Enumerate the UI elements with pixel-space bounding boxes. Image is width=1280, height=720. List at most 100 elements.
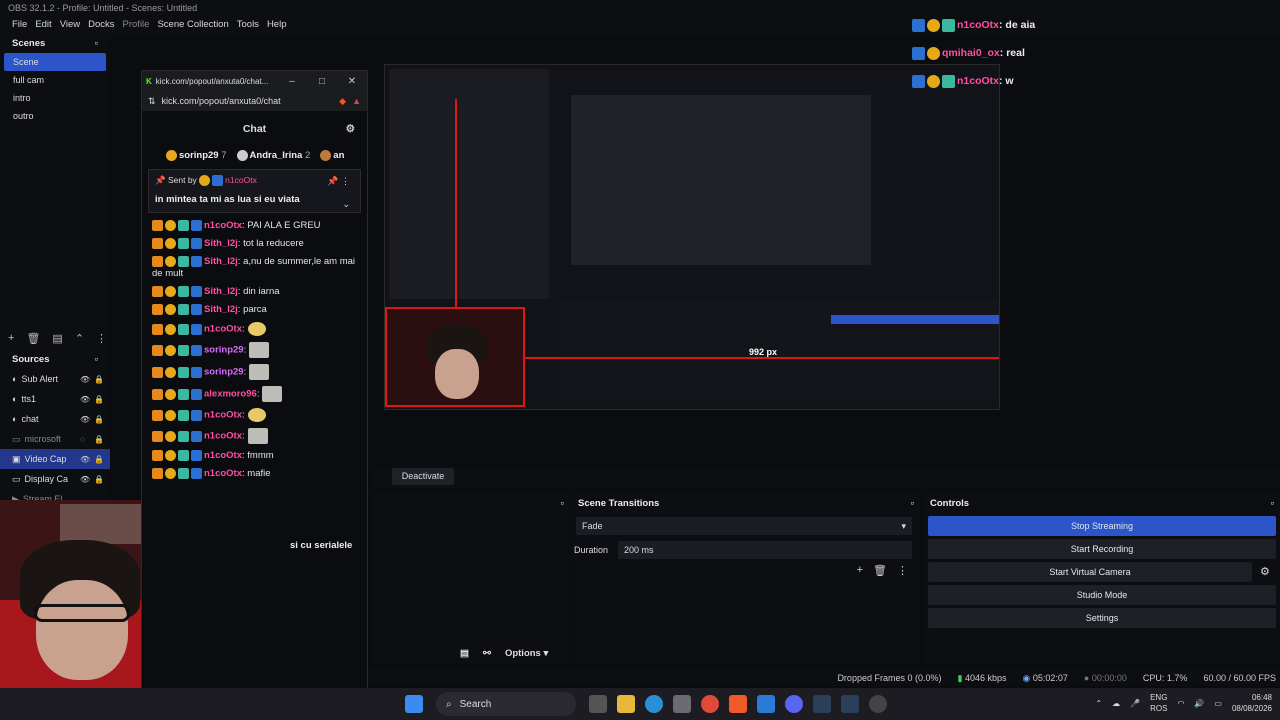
steam-icon[interactable] xyxy=(813,695,831,713)
chat-username[interactable]: n1coOtx xyxy=(204,450,242,461)
gifter-item[interactable]: sorinp29 7 xyxy=(166,150,227,162)
windows-start-icon[interactable] xyxy=(405,695,423,713)
chat-username[interactable]: n1coOtx xyxy=(204,220,242,231)
maximize-icon[interactable]: □ xyxy=(307,76,337,87)
eye-icon[interactable]: 👁 xyxy=(80,395,90,404)
eye-hidden-icon[interactable]: ◌ xyxy=(80,435,90,444)
chat-username[interactable]: Sith_I2j xyxy=(204,256,238,267)
lock-icon[interactable]: 🔒 xyxy=(94,475,104,484)
menu-view[interactable]: View xyxy=(56,16,84,34)
filter-icon[interactable]: ▤ xyxy=(52,332,62,345)
chat-username[interactable]: n1coOtx xyxy=(204,410,242,421)
transition-select[interactable]: Fade ▾ xyxy=(576,517,912,535)
menu-file[interactable]: File xyxy=(8,16,31,34)
add-icon[interactable]: + xyxy=(857,564,863,577)
chat-username[interactable]: Sith_I2j xyxy=(204,238,238,249)
chat-username[interactable]: alexmoro96 xyxy=(204,389,257,400)
scene-item-intro[interactable]: intro xyxy=(0,89,110,107)
add-scene-icon[interactable]: + xyxy=(8,332,14,345)
eye-icon[interactable]: 👁 xyxy=(80,415,90,424)
deactivate-button[interactable]: Deactivate xyxy=(392,468,454,485)
undock-icon[interactable]: ▫ xyxy=(1271,498,1274,509)
clock[interactable]: 06:48 08/08/2026 xyxy=(1232,692,1272,714)
minimize-icon[interactable]: – xyxy=(277,76,307,87)
chat-username[interactable]: Sith_I2j xyxy=(204,304,238,315)
volume-icon[interactable]: 🔊 xyxy=(1194,699,1204,708)
layout-icon[interactable]: ▤ xyxy=(460,648,469,659)
source-item[interactable]: ▭ microsoft ◌ 🔒 xyxy=(0,429,110,449)
undock-icon[interactable]: ▫ xyxy=(911,498,914,509)
close-icon[interactable]: ✕ xyxy=(337,76,367,87)
eye-icon[interactable]: 👁 xyxy=(80,455,90,464)
settings-button[interactable]: Settings xyxy=(928,608,1276,628)
stop-streaming-button[interactable]: Stop Streaming xyxy=(928,516,1276,536)
chat-window-titlebar[interactable]: K kick.com/popout/anxuta0/chat... – □ ✕ xyxy=(142,71,367,91)
pinned-message[interactable]: 📌 Sent by n1coOtx in mintea ta mi as lua… xyxy=(148,169,361,213)
obs-icon[interactable] xyxy=(869,695,887,713)
source-item-selected[interactable]: ▣ Video Cap 👁 🔒 xyxy=(0,449,110,469)
wifi-icon[interactable]: ◠ xyxy=(1177,699,1184,708)
undock-icon[interactable]: ▫ xyxy=(561,498,564,509)
source-item[interactable]: ◐ tts1 👁 🔒 xyxy=(0,389,110,409)
more-icon[interactable]: ⋮ xyxy=(96,332,107,345)
preview-canvas[interactable]: 992 px xyxy=(384,64,1000,410)
store-icon[interactable] xyxy=(673,695,691,713)
discord-icon[interactable] xyxy=(785,695,803,713)
undock-icon[interactable]: ▫ xyxy=(95,354,98,365)
unpin-icon[interactable]: 📌 ⋮ xyxy=(327,176,350,187)
vscode-icon[interactable] xyxy=(757,695,775,713)
chat-username[interactable]: Sith_I2j xyxy=(204,286,238,297)
eye-icon[interactable]: 👁 xyxy=(80,375,90,384)
menu-edit[interactable]: Edit xyxy=(31,16,55,34)
menu-tools[interactable]: Tools xyxy=(233,16,263,34)
tray-chevron-icon[interactable]: ⌃ xyxy=(1095,699,1102,708)
duration-field[interactable]: 200 ms xyxy=(618,541,912,559)
chat-username[interactable]: sorinp29 xyxy=(204,367,244,378)
edge-icon[interactable] xyxy=(645,695,663,713)
eye-icon[interactable]: 👁 xyxy=(80,475,90,484)
undock-icon[interactable]: ▫ xyxy=(95,38,98,49)
brave-icon[interactable]: ◆ xyxy=(339,96,346,107)
lock-icon[interactable]: 🔒 xyxy=(94,435,104,444)
scene-item-scene[interactable]: Scene xyxy=(4,53,106,71)
steam-icon[interactable] xyxy=(841,695,859,713)
trash-icon[interactable]: 🗑 xyxy=(873,564,887,577)
chevron-down-icon[interactable]: ⌄ xyxy=(342,199,350,210)
remove-scene-icon[interactable]: 🗑 xyxy=(26,332,40,345)
lock-icon[interactable]: 🔒 xyxy=(94,415,104,424)
start-recording-button[interactable]: Start Recording xyxy=(928,539,1276,559)
gifter-item[interactable]: Andra_Irina 2 xyxy=(236,150,310,162)
chat-username[interactable]: n1coOtx xyxy=(204,468,242,479)
source-item[interactable]: ◐ chat 👁 🔒 xyxy=(0,409,110,429)
lock-icon[interactable]: 🔒 xyxy=(94,455,104,464)
task-view-icon[interactable] xyxy=(589,695,607,713)
site-info-icon[interactable]: ⇅ xyxy=(148,96,156,107)
language-indicator[interactable]: ENG xyxy=(1150,692,1167,703)
scene-item-full-cam[interactable]: full cam xyxy=(0,71,110,89)
source-item[interactable]: ▭ Display Ca 👁 🔒 xyxy=(0,469,110,489)
gifter-item[interactable]: an xyxy=(320,150,344,162)
chrome-icon[interactable] xyxy=(701,695,719,713)
address-bar[interactable]: ⇅ kick.com/popout/anxuta0/chat ◆ ▲ xyxy=(142,91,367,111)
brave-icon[interactable] xyxy=(729,695,747,713)
start-virtual-camera-button[interactable]: Start Virtual Camera xyxy=(928,562,1252,582)
more-icon[interactable]: ⋮ xyxy=(897,564,908,577)
options-button[interactable]: Options ▾ xyxy=(505,648,548,659)
move-up-icon[interactable]: ⌃ xyxy=(75,332,84,345)
link-icon[interactable]: ⚯ xyxy=(483,648,491,659)
source-item[interactable]: ◐ Sub Alert 👁 🔒 xyxy=(0,369,110,389)
taskbar-search[interactable]: ⌕ Search xyxy=(436,692,576,716)
menu-scene-collection[interactable]: Scene Collection xyxy=(153,16,232,34)
lock-icon[interactable]: 🔒 xyxy=(94,375,104,384)
menu-docks[interactable]: Docks xyxy=(84,16,118,34)
scene-item-outro[interactable]: outro xyxy=(0,107,110,125)
chat-username[interactable]: sorinp29 xyxy=(204,345,244,356)
menu-help[interactable]: Help xyxy=(263,16,291,34)
lock-icon[interactable]: 🔒 xyxy=(94,395,104,404)
rewards-icon[interactable]: ▲ xyxy=(352,96,361,106)
gear-icon[interactable]: ⚙ xyxy=(1260,566,1270,578)
mic-icon[interactable]: 🎤 xyxy=(1130,699,1140,708)
battery-icon[interactable]: ▭ xyxy=(1214,699,1222,708)
menu-profile[interactable]: Profile xyxy=(119,16,154,34)
chat-username[interactable]: n1coOtx xyxy=(204,324,242,335)
